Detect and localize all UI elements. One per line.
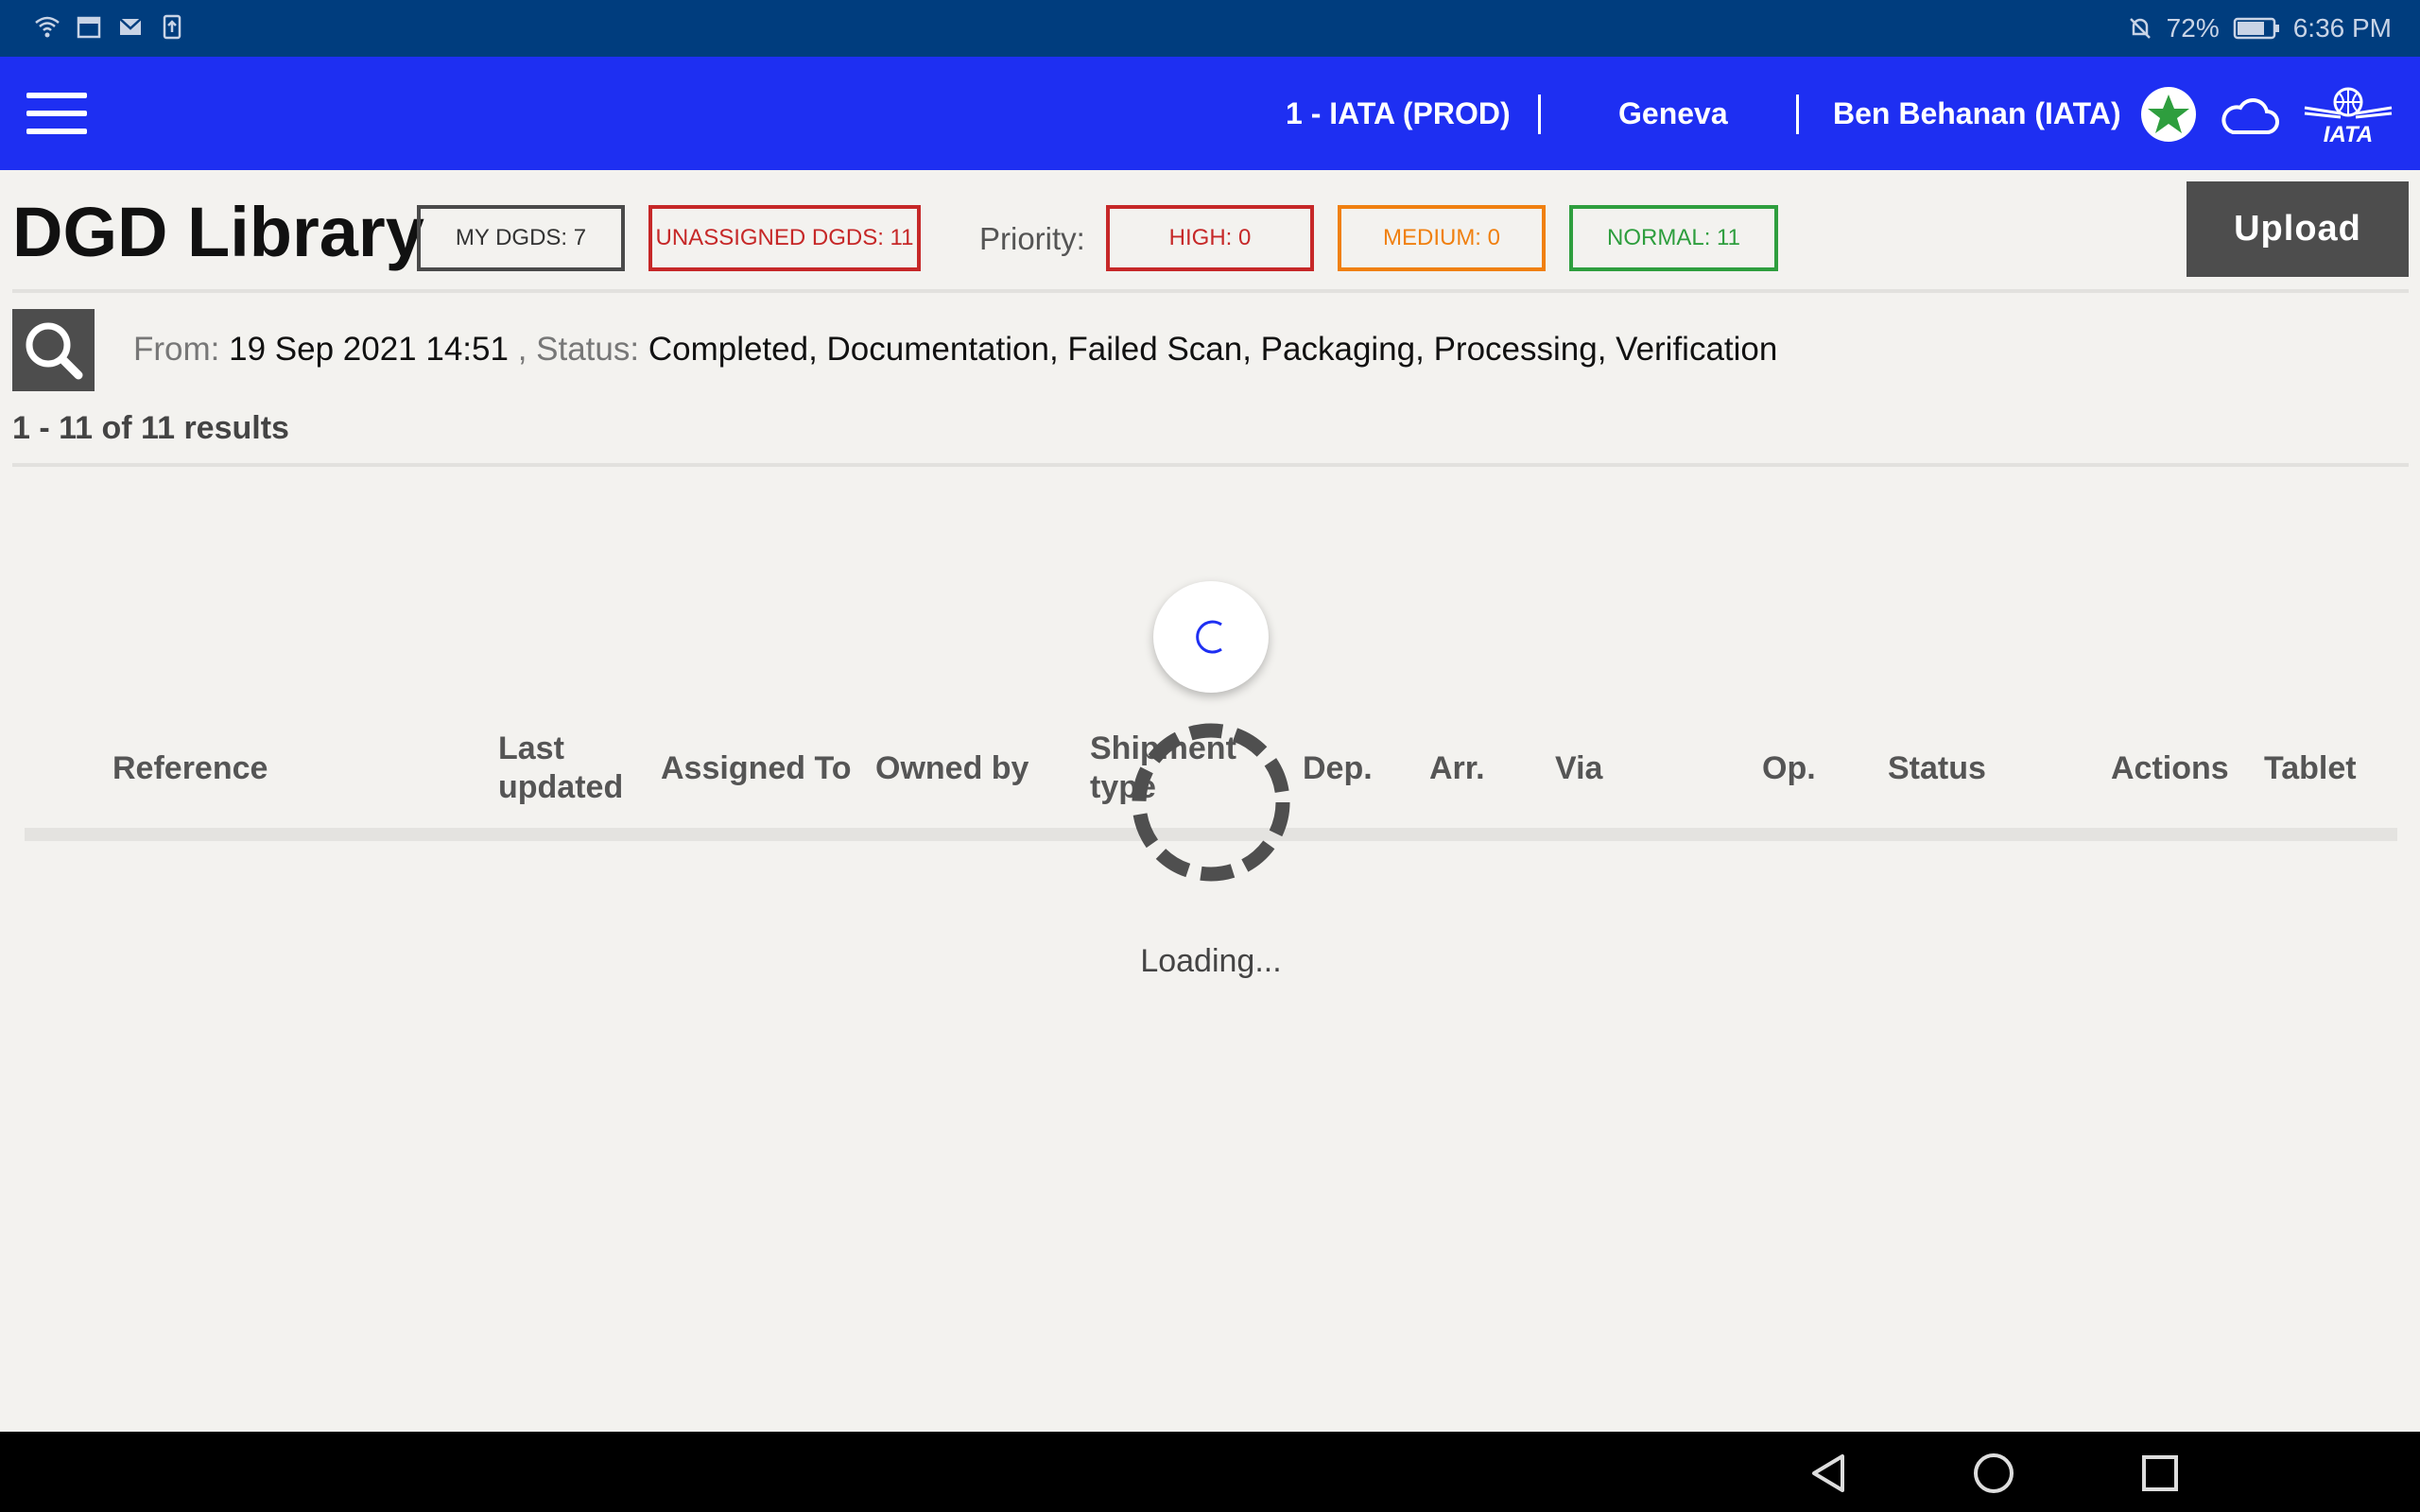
svg-text:IATA: IATA: [2324, 122, 2373, 146]
favorites-button[interactable]: [2141, 87, 2196, 142]
loading-text: Loading...: [1140, 943, 1282, 979]
divider: [12, 463, 2409, 467]
status-label: , Status:: [517, 331, 640, 368]
notifications-off-icon: [2129, 18, 2151, 39]
battery-percent: 72%: [2166, 13, 2220, 43]
star-icon: [2148, 94, 2189, 133]
search-button[interactable]: [12, 309, 95, 391]
iata-logo: IATA: [2304, 87, 2393, 146]
back-icon[interactable]: [1806, 1451, 1852, 1496]
page-title: DGD Library: [12, 193, 424, 271]
column-header-label: Last: [498, 730, 564, 766]
column-header-owned-by[interactable]: Owned by: [875, 749, 1028, 788]
column-header-via[interactable]: Via: [1555, 749, 1602, 788]
battery-icon: [2233, 17, 2279, 40]
column-header-assigned-to[interactable]: Assigned To: [661, 749, 852, 788]
search-icon: [26, 322, 83, 380]
system-status-bar: 72% 6:36 PM: [0, 0, 2420, 57]
system-navigation-bar: [0, 1432, 2420, 1512]
results-count: 1 - 11 of 11 results: [12, 410, 289, 446]
location-selector[interactable]: Geneva: [1618, 57, 1728, 170]
app-header: 1 - IATA (PROD) Geneva Ben Behanan (IATA…: [0, 57, 2420, 170]
column-header-status[interactable]: Status: [1888, 749, 1986, 788]
unassigned-dgds-filter[interactable]: UNASSIGNED DGDS: 11: [648, 205, 921, 271]
menu-icon[interactable]: [26, 93, 87, 136]
upload-button[interactable]: Upload: [2187, 181, 2409, 277]
column-header-last-updated[interactable]: Last updated: [498, 730, 623, 807]
upload-icon: [163, 14, 182, 40]
column-header-op[interactable]: Op.: [1762, 749, 1816, 788]
column-header-arr[interactable]: Arr.: [1429, 749, 1485, 788]
wifi-icon: [35, 16, 60, 38]
column-header-reference[interactable]: Reference: [112, 749, 268, 788]
column-header-dep[interactable]: Dep.: [1303, 749, 1373, 788]
mail-icon: [119, 18, 142, 35]
clock: 6:36 PM: [2292, 13, 2392, 43]
priority-label: Priority:: [979, 221, 1085, 256]
header-divider: [1796, 94, 1799, 134]
column-header-label: updated: [498, 769, 624, 805]
column-header-tablet[interactable]: Tablet: [2264, 749, 2357, 788]
from-label: From:: [133, 331, 220, 368]
home-icon[interactable]: [1971, 1451, 2016, 1496]
recents-icon[interactable]: [2137, 1451, 2183, 1496]
status-value: Completed, Documentation, Failed Scan, P…: [648, 331, 1778, 368]
active-filters-summary[interactable]: From: 19 Sep 2021 14:51 , Status: Comple…: [133, 331, 1777, 369]
organization-selector[interactable]: 1 - IATA (PROD): [1286, 57, 1511, 170]
priority-high-filter[interactable]: HIGH: 0: [1106, 205, 1314, 271]
user-name[interactable]: Ben Behanan (IATA): [1833, 57, 2121, 170]
priority-medium-filter[interactable]: MEDIUM: 0: [1338, 205, 1546, 271]
loading-spinner-icon: [1132, 723, 1290, 882]
header-divider: [1538, 94, 1541, 134]
priority-normal-filter[interactable]: NORMAL: 11: [1569, 205, 1778, 271]
pull-refresh-indicator: [1153, 581, 1269, 693]
my-dgds-filter[interactable]: MY DGDS: 7: [417, 205, 625, 271]
column-header-actions[interactable]: Actions: [2111, 749, 2229, 788]
calendar-icon: [77, 16, 101, 39]
refresh-spinner-icon: [1196, 620, 1222, 654]
divider: [12, 289, 2409, 293]
from-value: 19 Sep 2021 14:51: [229, 331, 509, 368]
cloud-icon[interactable]: [2220, 94, 2280, 136]
